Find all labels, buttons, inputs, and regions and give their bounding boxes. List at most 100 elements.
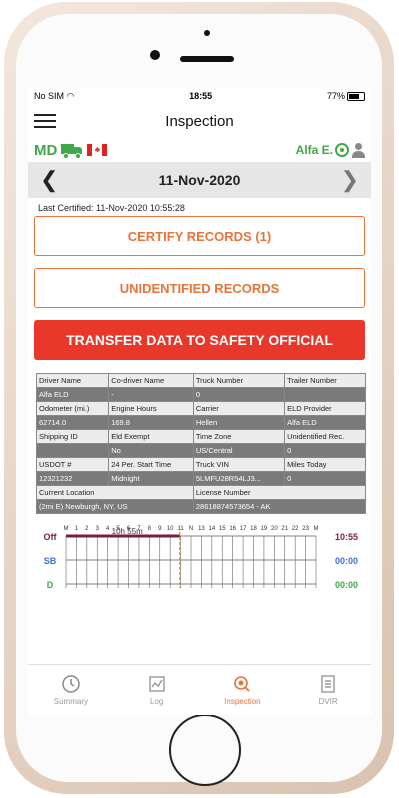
hour-tick-label: 19 [261,526,268,532]
current-date: 11-Nov-2020 [158,172,241,188]
table-cell: (2mi E) Newburgh, NY, US [36,499,194,514]
table-cell: Hellen [192,415,286,430]
battery-status: 77% [327,91,365,102]
hour-tick-label: 8 [148,526,152,532]
table-row: Driver Name Co-driver Name Truck Number Tra… [35,373,366,388]
certify-records-button[interactable]: CERTIFY RECORDS (1) [34,216,365,256]
status-total: 00:00 [335,556,358,566]
status-total: 00:00 [335,580,358,588]
tab-label: DVIR [318,697,338,706]
carrier-label: No SIM ◠ [34,90,75,101]
info-bar: MD ♣ Alfa E. [28,138,371,162]
transfer-data-button[interactable]: TRANSFER DATA TO SAFETY OFFICIAL [34,320,365,360]
status-row-label: D [47,580,54,588]
driver-info-table: Driver Name Co-driver Name Truck Number Tra… [35,373,367,514]
hour-tick-label: 15 [219,526,226,532]
last-certified-text: Last Certified: 11-Nov-2020 10:55:28 [38,203,185,213]
status-row-label: Off [44,532,58,542]
state-code: MD [34,141,58,159]
table-cell: Midnight [108,471,194,486]
table-cell: 0 [192,387,286,402]
page-title: Inspection [165,112,234,130]
home-button[interactable] [169,714,241,786]
hour-tick-label: 10 [167,526,174,532]
date-navigator: ❮ 11-Nov-2020 ❯ [28,162,371,198]
hour-tick-label: 13 [198,526,205,532]
status-bar: No SIM ◠ 18:55 77% [28,88,371,104]
hour-tick-label: M [64,526,69,532]
hour-tick-label: 4 [106,526,110,532]
duty-status-graph: M 1 2 3 4 5 6 7 8 9 10 11 N 13 14 15 16 17 18 19 20 21 22 23 M Of… [28,522,371,608]
document-icon [321,675,335,693]
duty-graph-svg: M 1 2 3 4 5 6 7 8 9 10 11 N 13 14 15 16 17 18 19 20 21 22 23 MOf… [44,526,358,608]
table-row: No US/Central 0 [35,443,366,458]
tab-summary[interactable]: Summary [28,665,114,715]
hour-tick-label: 3 [96,526,100,532]
steering-wheel-icon [335,143,349,157]
unidentified-records-button[interactable]: UNIDENTIFIED RECORDS [34,268,365,308]
user-icon [351,142,365,158]
table-row: USDOT #24 Per. Start Time Truck VIN Miles … [35,457,366,472]
wifi-icon: ◠ [66,90,75,101]
hour-tick-label: 1 [75,526,79,532]
table-cell: Truck Number [192,373,286,388]
hour-tick-label: 23 [302,526,309,532]
driver-name: Alfa E. [295,143,333,157]
table-row: Odometer (mi.) Engine Hours Carrier ELD Pro… [35,401,366,416]
hour-tick-label: 2 [85,526,89,532]
table-cell: 12321232 [35,471,110,486]
earpiece-speaker [180,56,234,62]
table-cell: Engine Hours [108,401,194,416]
next-day-icon[interactable]: ❯ [341,169,359,191]
clock-icon [62,675,80,693]
table-cell: Time Zone [192,429,286,444]
status-row-label: SB [44,556,57,566]
table-cell: - [108,387,194,402]
menu-icon[interactable] [34,114,56,128]
table-row: Shipping ID Eld Exempt Time Zone Unidentifi… [35,429,366,444]
hour-tick-label: 17 [240,526,247,532]
status-time: 18:55 [189,91,213,101]
hour-tick-label: 14 [208,526,215,532]
table-cell: Co-driver Name [108,373,194,388]
chart-line-icon [149,676,165,692]
magnifier-icon [234,676,251,692]
table-row: Alfa ELD -0 [35,387,366,402]
table-cell: 24 Per. Start Time [108,457,194,472]
table-cell: No [108,443,194,458]
sensor-dot [204,30,210,36]
hour-tick-label: N [189,526,193,532]
table-cell [284,387,366,402]
table-cell: 28618874573654 - AK [192,499,367,514]
hour-tick-label: 20 [271,526,278,532]
driver-indicator[interactable]: Alfa E. [295,142,365,158]
table-cell: Unidentified Rec. [284,429,366,444]
table-cell: 169.8 [108,415,194,430]
front-camera [150,50,160,60]
tab-log[interactable]: Log [114,665,200,715]
hour-tick-label: M [314,526,319,532]
canada-flag-icon: ♣ [87,144,108,156]
tab-bar: Summary Log Inspection DVIR [28,664,371,715]
table-cell: Miles Today [284,457,366,472]
table-cell: Truck VIN [192,457,286,472]
table-cell: 0 [284,471,366,486]
previous-day-icon[interactable]: ❮ [40,169,58,191]
truck-icon [61,144,83,159]
table-cell: 62714.0 [35,415,110,430]
table-cell [35,443,110,458]
hour-tick-label: 18 [250,526,257,532]
duration-label: 10h 55m [112,527,143,536]
hour-tick-label: 11 [177,526,184,532]
tab-label: Log [149,697,164,706]
table-cell: Driver Name [35,373,110,388]
tab-dvir[interactable]: DVIR [285,665,371,715]
table-cell: 5LMFU28R54LJ3... [192,471,286,486]
table-cell: Trailer Number [284,373,366,388]
tab-inspection[interactable]: Inspection [200,665,286,715]
table-cell: Carrier [192,401,286,416]
table-cell: Shipping ID [35,429,110,444]
table-cell: Odometer (mi.) [35,401,110,416]
hour-tick-label: 21 [281,526,288,532]
tab-label: Summary [53,697,88,706]
